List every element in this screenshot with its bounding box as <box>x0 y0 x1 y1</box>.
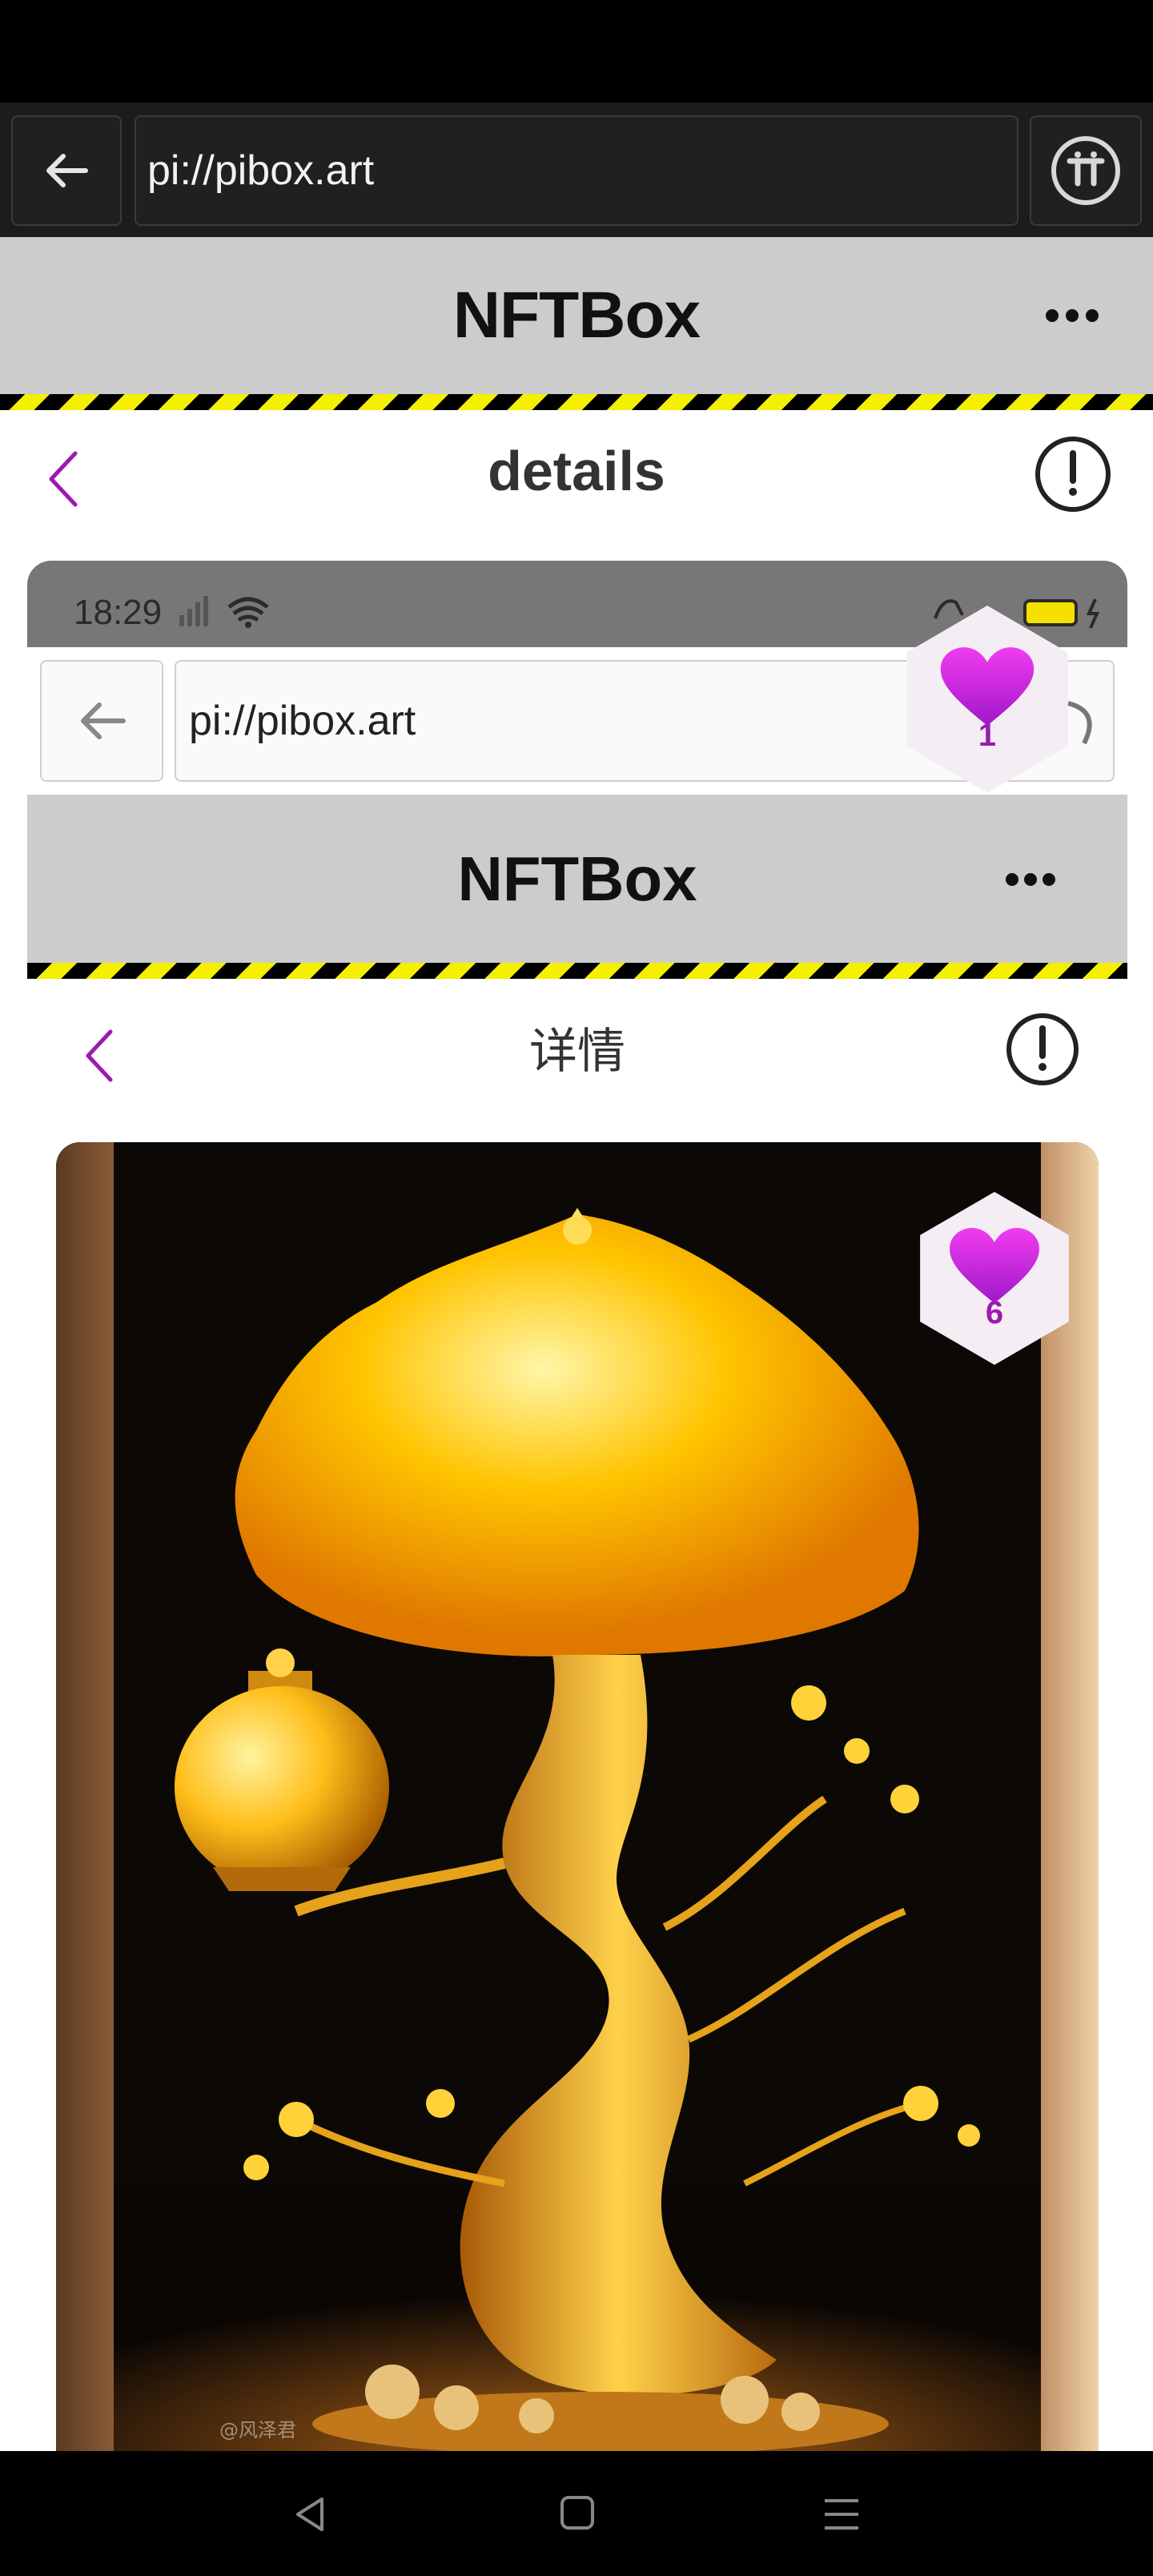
pi-browser-button[interactable] <box>1030 115 1142 226</box>
chevron-left-icon <box>86 1029 113 1082</box>
nft-screenshot[interactable]: 18:29 pi://pibox.art NFTBox 详情 @风泽君 6 <box>27 561 1127 2451</box>
inner-status-time: 18:29 <box>74 593 163 632</box>
square-home-icon[interactable] <box>559 2494 596 2531</box>
hazard-stripe-divider <box>0 394 1153 410</box>
info-circle-icon[interactable] <box>1033 434 1113 514</box>
inner-back-button <box>40 660 163 782</box>
browser-url-field[interactable]: pi://pibox.art <box>135 115 1018 226</box>
pi-logo-icon <box>1051 136 1120 205</box>
menu-lines-icon[interactable] <box>822 2494 862 2534</box>
triangle-back-icon[interactable] <box>290 2494 330 2534</box>
system-nav-bar <box>0 2451 1153 2576</box>
signal-wifi-icon <box>179 596 269 628</box>
inner-app-header: NFTBox <box>27 795 1127 963</box>
inner-url-text: pi://pibox.art <box>189 698 416 744</box>
browser-url-text: pi://pibox.art <box>147 147 375 194</box>
watermark-text: @风泽君 <box>219 2419 296 2441</box>
chevron-left-icon[interactable] <box>40 445 88 513</box>
like-count: 6 <box>985 1294 1004 1330</box>
inner-page-title: 详情 <box>529 1023 625 1080</box>
browser-bar: pi://pibox.art <box>0 103 1153 237</box>
more-dots-icon[interactable] <box>1046 300 1099 332</box>
floating-like-count: 1 <box>978 717 997 753</box>
page-header: details <box>0 410 1153 532</box>
arrow-left-icon <box>81 702 126 739</box>
info-circle-icon <box>1006 1013 1079 1085</box>
browser-back-button[interactable] <box>11 115 122 226</box>
app-header: NFTBox <box>0 237 1153 394</box>
inner-app-title: NFTBox <box>457 843 697 914</box>
nft-artwork-image[interactable]: @风泽君 6 <box>56 1142 1099 2451</box>
arrow-left-icon <box>46 154 88 187</box>
app-title: NFTBox <box>452 279 701 352</box>
golden-tree-artwork <box>56 1142 1099 2451</box>
inner-hazard-stripe <box>27 963 1127 979</box>
page-title: details <box>488 440 665 502</box>
inner-page-header: 详情 <box>27 979 1127 1115</box>
status-bar <box>0 0 1153 103</box>
more-dots-icon <box>1006 865 1055 894</box>
heart-icon <box>950 1227 1039 1303</box>
heart-icon <box>940 646 1034 726</box>
